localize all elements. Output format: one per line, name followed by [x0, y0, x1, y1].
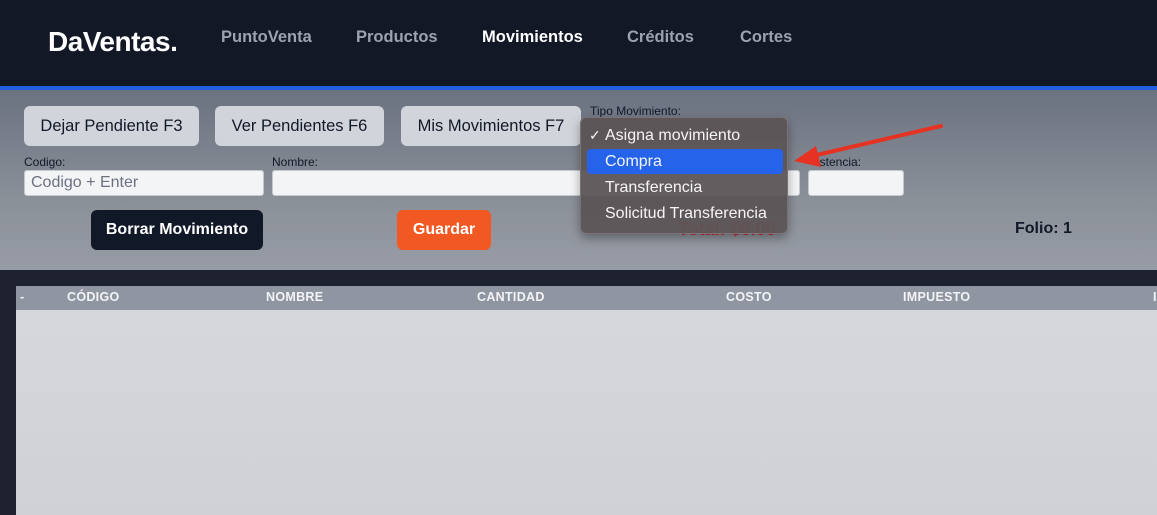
existencia-label: istencia: — [817, 155, 862, 169]
guardar-button[interactable]: Guardar — [397, 210, 491, 250]
column-header-remove: - — [20, 290, 25, 304]
nav-item-productos[interactable]: Productos — [356, 28, 438, 47]
existencia-input[interactable] — [808, 170, 904, 196]
tipo-movimiento-dropdown[interactable]: ✓ Asigna movimiento Compra Transferencia… — [580, 117, 788, 234]
column-header-codigo: CÓDIGO — [67, 290, 120, 304]
nombre-label: Nombre: — [272, 155, 319, 169]
table-header: - CÓDIGO NOMBRE CANTIDAD COSTO IMPUESTO … — [16, 286, 1157, 310]
dejar-pendiente-button[interactable]: Dejar Pendiente F3 — [24, 106, 199, 146]
checkmark-icon: ✓ — [589, 127, 601, 143]
column-header-cantidad: CANTIDAD — [477, 290, 545, 304]
borrar-movimiento-button[interactable]: Borrar Movimiento — [91, 210, 263, 250]
nav-item-puntoventa[interactable]: PuntoVenta — [221, 28, 312, 47]
dropdown-option-solicitud-transferencia[interactable]: Solicitud Transferencia — [587, 201, 783, 226]
column-header-nombre: NOMBRE — [266, 290, 324, 304]
nav-item-cortes[interactable]: Cortes — [740, 28, 792, 47]
column-header-importe: I — [1153, 290, 1157, 304]
tipo-movimiento-label: Tipo Movimiento: — [590, 104, 681, 118]
dropdown-option-compra[interactable]: Compra — [587, 149, 783, 174]
codigo-input[interactable]: Codigo + Enter — [24, 170, 264, 196]
dropdown-option-transferencia[interactable]: Transferencia — [587, 175, 783, 200]
column-header-impuesto: IMPUESTO — [903, 290, 971, 304]
top-navbar: DaVentas. PuntoVenta Productos Movimient… — [0, 0, 1157, 90]
app-logo[interactable]: DaVentas. — [48, 26, 178, 58]
ver-pendientes-button[interactable]: Ver Pendientes F6 — [215, 106, 384, 146]
codigo-label: Codigo: — [24, 155, 66, 169]
nav-item-creditos[interactable]: Créditos — [627, 28, 694, 47]
nav-item-movimientos[interactable]: Movimientos — [482, 28, 583, 47]
folio-label: Folio: 1 — [1015, 220, 1072, 237]
movements-table: - CÓDIGO NOMBRE CANTIDAD COSTO IMPUESTO … — [16, 286, 1157, 515]
column-header-costo: COSTO — [726, 290, 772, 304]
mis-movimientos-button[interactable]: Mis Movimientos F7 — [401, 106, 581, 146]
dropdown-option-asigna-movimiento[interactable]: ✓ Asigna movimiento — [587, 123, 783, 148]
